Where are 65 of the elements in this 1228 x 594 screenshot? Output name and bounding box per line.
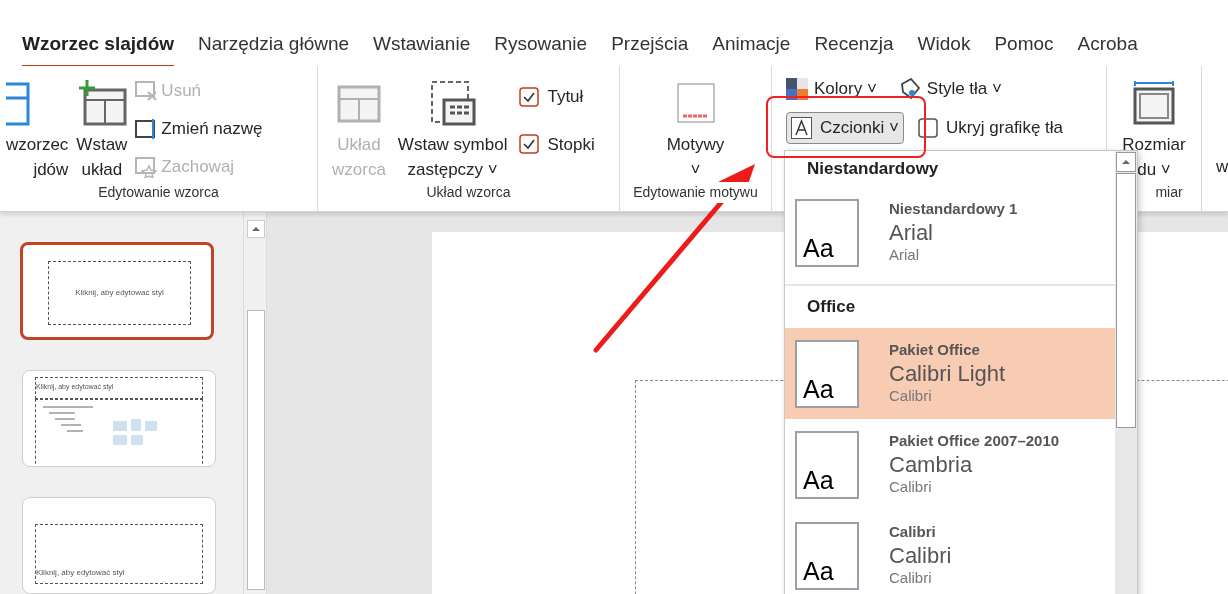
body-font-name: Calibri (889, 569, 933, 588)
colors-button[interactable]: Kolory ˅ (786, 74, 877, 104)
tab[interactable]: Narzędzia główne (198, 30, 350, 68)
group-label: Edytowanie motywu (631, 182, 760, 203)
tab[interactable]: Widok (917, 30, 971, 68)
font-option[interactable]: Aa Pakiet Office Calibri Light Calibri (785, 328, 1116, 419)
layout-add-icon (76, 80, 127, 126)
body-font-name: Calibri (889, 387, 933, 406)
pin-icon (135, 156, 158, 178)
slide-title: Kliknij, aby edytować styl (36, 566, 125, 579)
ribbon-label: w (1216, 157, 1228, 176)
insert-placeholder-button[interactable]: Wstaw symbol zastępczy ˅ (393, 74, 512, 182)
tab[interactable]: Animacje (712, 30, 791, 68)
heading-font-name: Calibri (889, 541, 952, 570)
heading-font-name: Cambria (889, 450, 974, 479)
themes-icon (676, 83, 715, 123)
paint-bucket-icon (898, 78, 921, 100)
checkbox[interactable]: Tytuł (519, 84, 595, 110)
ribbon-button[interactable]: Zmień nazwę (135, 114, 263, 144)
scrollbar[interactable] (243, 212, 267, 594)
body-font-name: Arial (889, 246, 920, 265)
insert-master-button[interactable]: wzorzec jdów (0, 74, 73, 182)
checkbox-icon[interactable] (917, 118, 938, 138)
font-preview: Aa (795, 521, 859, 590)
checkbox-icon[interactable] (519, 134, 540, 155)
background-styles-button[interactable]: Style tła ˅ (898, 74, 1002, 104)
tab[interactable]: Rysowanie (494, 30, 588, 68)
checkbox[interactable]: Stopki (519, 131, 595, 157)
scrollbar[interactable] (1115, 151, 1137, 594)
scroll-thumb[interactable] (247, 310, 265, 590)
slide-thumbnail[interactable]: Kliknij, aby edytować styl (20, 242, 214, 340)
scroll-up-icon[interactable] (1116, 152, 1137, 172)
font-preview: Aa (795, 198, 859, 267)
fonts-icon (791, 117, 812, 139)
checkbox[interactable]: Ukryj grafikę tła (917, 115, 1064, 141)
tab[interactable]: Acroba (1077, 30, 1138, 68)
body-font-name: Calibri (889, 478, 933, 497)
font-set-name: Pakiet Office (889, 341, 981, 360)
layout-delete-icon (135, 80, 158, 102)
section-heading: Office (807, 296, 856, 319)
tab[interactable]: Przejścia (611, 30, 689, 68)
heading-font-name: Arial (889, 218, 934, 247)
fonts-button[interactable]: Czcionki ˅ (786, 112, 904, 144)
themes-button[interactable]: Motywy ˅ (662, 74, 729, 182)
section-heading: Niestandardowy (807, 158, 939, 181)
font-set-name: Calibri (889, 523, 937, 542)
tab[interactable]: Wstawianie (373, 30, 471, 68)
scroll-thumb[interactable] (1116, 173, 1137, 428)
colors-icon (786, 78, 808, 100)
font-preview: Aa (795, 339, 859, 408)
slide-title: Kliknij, aby edytować styl (75, 287, 164, 299)
heading-font-name: Calibri Light (889, 359, 1006, 388)
slide-size-icon (1131, 81, 1177, 125)
slide-master-icon (6, 80, 30, 126)
checkbox-icon[interactable] (519, 86, 540, 107)
font-preview: Aa (795, 430, 859, 499)
insert-layout-button[interactable]: Wstaw układ (72, 74, 132, 182)
slide-thumbnail[interactable]: Kliknij, aby edytować styl (22, 496, 216, 594)
scroll-up-icon[interactable] (247, 220, 265, 238)
tab[interactable]: Recenzja (814, 30, 894, 68)
placeholder-icon (429, 80, 476, 126)
font-set-name: Niestandardowy 1 (889, 200, 1018, 219)
font-set-name: Pakiet Office 2007–2010 (889, 432, 1060, 451)
rename-icon (135, 118, 158, 140)
tab[interactable]: Pomoc (994, 30, 1054, 68)
